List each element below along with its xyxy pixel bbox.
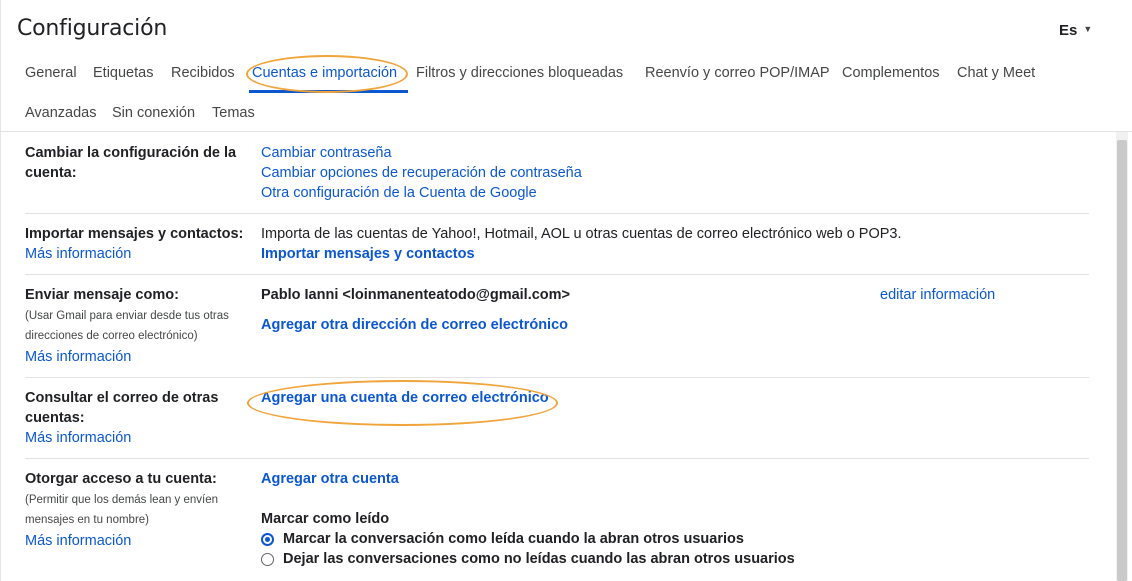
check-mail-more-info-link[interactable]: Más información [25,430,131,446]
send-as-note: (Usar Gmail para enviar desde tus otras … [25,310,229,342]
send-as-label: Enviar mensaje como: [25,287,179,303]
send-as-address: Pablo Ianni <loinmanenteatodo@gmail.com> [261,287,571,303]
section-divider [25,213,1089,214]
tab-filters[interactable]: Filtros y direcciones bloqueadas [416,65,623,81]
scrollbar-thumb[interactable] [1117,140,1127,581]
language-label: Es [1059,22,1078,39]
import-description: Importa de las cuentas de Yahoo!, Hotmai… [261,226,902,242]
tab-themes[interactable]: Temas [212,105,255,121]
add-another-account-link[interactable]: Agregar otra cuenta [261,471,399,487]
edit-info-link[interactable]: editar información [880,287,995,303]
tab-addons[interactable]: Complementos [842,65,940,81]
language-selector[interactable]: Es ▼ [1059,22,1092,39]
tabs-divider [0,131,1132,132]
radio-mark-read-label: Marcar la conversación como leída cuando… [283,531,744,547]
tab-forwarding[interactable]: Reenvío y correo POP/IMAP [645,65,830,81]
section-divider [25,274,1089,275]
tab-general[interactable]: General [25,65,77,81]
import-more-info-link[interactable]: Más información [25,246,131,262]
import-label: Importar mensajes y contactos: [25,226,244,242]
tab-inbox[interactable]: Recibidos [171,65,235,81]
tab-offline[interactable]: Sin conexión [112,105,195,121]
tab-labels[interactable]: Etiquetas [93,65,153,81]
caret-down-icon: ▼ [1083,24,1093,34]
google-account-settings-link[interactable]: Otra configuración de la Cuenta de Googl… [261,185,537,201]
change-password-link[interactable]: Cambiar contraseña [261,145,392,161]
account-settings-label: Cambiar la configuración de la cuenta: [25,145,237,181]
mark-read-title: Marcar como leído [261,511,390,527]
highlight-oval-tab [246,55,408,93]
send-as-more-info-link[interactable]: Más información [25,349,131,365]
grant-access-more-info-link[interactable]: Más información [25,533,131,549]
recovery-options-link[interactable]: Cambiar opciones de recuperación de cont… [261,165,582,181]
check-mail-label: Consultar el correo de otras cuentas: [25,390,219,426]
section-divider [25,377,1089,378]
import-messages-link[interactable]: Importar mensajes y contactos [261,246,475,262]
radio-leave-unread-label: Dejar las conversaciones como no leídas … [283,551,795,567]
tab-advanced[interactable]: Avanzadas [25,105,96,121]
grant-access-note: (Permitir que los demás lean y envíen me… [25,494,219,526]
add-email-address-link[interactable]: Agregar otra dirección de correo electró… [261,317,568,333]
highlight-oval-add-account [247,380,558,426]
section-divider [25,458,1089,459]
page-title: Configuración [17,16,168,41]
tab-chat-meet[interactable]: Chat y Meet [957,65,1035,81]
grant-access-label: Otorgar acceso a tu cuenta: [25,471,217,487]
radio-mark-read[interactable] [261,533,274,546]
radio-leave-unread[interactable] [261,553,274,566]
